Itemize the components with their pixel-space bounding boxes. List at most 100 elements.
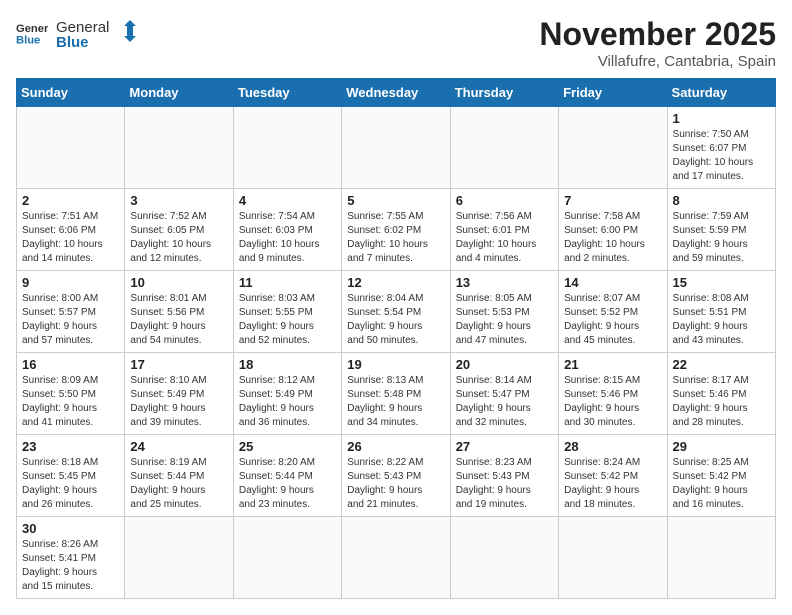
calendar-cell: 10 Sunrise: 8:01 AM Sunset: 5:56 PM Dayli… [125, 271, 233, 353]
calendar-cell: 2 Sunrise: 7:51 AM Sunset: 6:06 PM Daylig… [17, 189, 125, 271]
day-info: Sunrise: 7:52 AM Sunset: 6:05 PM Dayligh… [130, 210, 227, 266]
calendar-cell: 4Sunrise: 7:54 AM Sunset: 6:03 PM Daylig… [233, 189, 341, 271]
day-info: Sunrise: 8:10 AM Sunset: 5:49 PM Dayligh… [130, 374, 227, 430]
day-number: 9 [22, 275, 119, 290]
logo: General Blue General Blue [16, 16, 136, 50]
calendar-cell: 3 Sunrise: 7:52 AM Sunset: 6:05 PM Daylig… [125, 189, 233, 271]
calendar-cell [342, 107, 450, 189]
day-info: Sunrise: 8:19 AM Sunset: 5:44 PM Dayligh… [130, 456, 227, 512]
logo-svg: General Blue [56, 16, 136, 50]
calendar-cell: 28Sunrise: 8:24 AM Sunset: 5:42 PM Dayli… [559, 435, 667, 517]
day-number: 2 [22, 193, 119, 208]
calendar-cell: 5 Sunrise: 7:55 AM Sunset: 6:02 PM Daylig… [342, 189, 450, 271]
calendar-table: SundayMondayTuesdayWednesdayThursdayFrid… [16, 78, 776, 599]
calendar-cell [559, 517, 667, 599]
calendar-cell: 6 Sunrise: 7:56 AM Sunset: 6:01 PM Daylig… [450, 189, 558, 271]
day-info: Sunrise: 8:09 AM Sunset: 5:50 PM Dayligh… [22, 374, 119, 430]
calendar-header-row: SundayMondayTuesdayWednesdayThursdayFrid… [17, 79, 776, 107]
day-number: 15 [673, 275, 770, 290]
day-number: 16 [22, 357, 119, 372]
calendar-week-row: 9 Sunrise: 8:00 AM Sunset: 5:57 PM Daylig… [17, 271, 776, 353]
day-header-friday: Friday [559, 79, 667, 107]
day-info: Sunrise: 8:08 AM Sunset: 5:51 PM Dayligh… [673, 292, 770, 348]
day-info: Sunrise: 7:50 AM Sunset: 6:07 PM Dayligh… [673, 128, 770, 184]
calendar-cell: 20 Sunrise: 8:14 AM Sunset: 5:47 PM Dayli… [450, 353, 558, 435]
day-info: Sunrise: 8:18 AM Sunset: 5:45 PM Dayligh… [22, 456, 119, 512]
month-title: November 2025 [539, 16, 776, 53]
day-info: Sunrise: 7:58 AM Sunset: 6:00 PM Dayligh… [564, 210, 661, 266]
day-number: 23 [22, 439, 119, 454]
calendar-cell: 14 Sunrise: 8:07 AM Sunset: 5:52 PM Dayli… [559, 271, 667, 353]
page-header: General Blue General Blue November 2025 … [16, 16, 776, 70]
day-number: 24 [130, 439, 227, 454]
calendar-cell [233, 107, 341, 189]
calendar-cell: 7 Sunrise: 7:58 AM Sunset: 6:00 PM Daylig… [559, 189, 667, 271]
day-number: 8 [673, 193, 770, 208]
day-number: 17 [130, 357, 227, 372]
calendar-cell [559, 107, 667, 189]
day-info: Sunrise: 8:26 AM Sunset: 5:41 PM Dayligh… [22, 538, 119, 594]
day-number: 5 [347, 193, 444, 208]
day-info: Sunrise: 7:55 AM Sunset: 6:02 PM Dayligh… [347, 210, 444, 266]
day-info: Sunrise: 8:15 AM Sunset: 5:46 PM Dayligh… [564, 374, 661, 430]
day-number: 6 [456, 193, 553, 208]
day-header-monday: Monday [125, 79, 233, 107]
day-info: Sunrise: 8:03 AM Sunset: 5:55 PM Dayligh… [239, 292, 336, 348]
calendar-cell: 25Sunrise: 8:20 AM Sunset: 5:44 PM Dayli… [233, 435, 341, 517]
day-header-sunday: Sunday [17, 79, 125, 107]
calendar-cell [233, 517, 341, 599]
day-header-wednesday: Wednesday [342, 79, 450, 107]
day-info: Sunrise: 8:13 AM Sunset: 5:48 PM Dayligh… [347, 374, 444, 430]
calendar-week-row: 30 Sunrise: 8:26 AM Sunset: 5:41 PM Dayli… [17, 517, 776, 599]
day-info: Sunrise: 8:05 AM Sunset: 5:53 PM Dayligh… [456, 292, 553, 348]
calendar-cell: 19 Sunrise: 8:13 AM Sunset: 5:48 PM Dayli… [342, 353, 450, 435]
day-number: 7 [564, 193, 661, 208]
day-info: Sunrise: 8:17 AM Sunset: 5:46 PM Dayligh… [673, 374, 770, 430]
day-info: Sunrise: 8:00 AM Sunset: 5:57 PM Dayligh… [22, 292, 119, 348]
day-header-saturday: Saturday [667, 79, 775, 107]
day-number: 22 [673, 357, 770, 372]
calendar-week-row: 1Sunrise: 7:50 AM Sunset: 6:07 PM Daylig… [17, 107, 776, 189]
day-number: 4 [239, 193, 336, 208]
calendar-cell: 16 Sunrise: 8:09 AM Sunset: 5:50 PM Dayli… [17, 353, 125, 435]
day-number: 29 [673, 439, 770, 454]
day-info: Sunrise: 7:51 AM Sunset: 6:06 PM Dayligh… [22, 210, 119, 266]
calendar-cell: 12Sunrise: 8:04 AM Sunset: 5:54 PM Dayli… [342, 271, 450, 353]
day-number: 3 [130, 193, 227, 208]
calendar-cell: 13 Sunrise: 8:05 AM Sunset: 5:53 PM Dayli… [450, 271, 558, 353]
calendar-cell: 30 Sunrise: 8:26 AM Sunset: 5:41 PM Dayli… [17, 517, 125, 599]
day-header-thursday: Thursday [450, 79, 558, 107]
calendar-cell: 11Sunrise: 8:03 AM Sunset: 5:55 PM Dayli… [233, 271, 341, 353]
day-number: 13 [456, 275, 553, 290]
location: Villafufre, Cantabria, Spain [539, 53, 776, 70]
day-header-tuesday: Tuesday [233, 79, 341, 107]
day-number: 19 [347, 357, 444, 372]
calendar-week-row: 16 Sunrise: 8:09 AM Sunset: 5:50 PM Dayli… [17, 353, 776, 435]
day-number: 30 [22, 521, 119, 536]
calendar-cell [667, 517, 775, 599]
calendar-cell: 1Sunrise: 7:50 AM Sunset: 6:07 PM Daylig… [667, 107, 775, 189]
day-number: 10 [130, 275, 227, 290]
day-info: Sunrise: 8:23 AM Sunset: 5:43 PM Dayligh… [456, 456, 553, 512]
day-number: 27 [456, 439, 553, 454]
calendar-cell: 24 Sunrise: 8:19 AM Sunset: 5:44 PM Dayli… [125, 435, 233, 517]
calendar-cell: 8Sunrise: 7:59 AM Sunset: 5:59 PM Daylig… [667, 189, 775, 271]
day-number: 21 [564, 357, 661, 372]
day-info: Sunrise: 7:56 AM Sunset: 6:01 PM Dayligh… [456, 210, 553, 266]
calendar-cell: 27 Sunrise: 8:23 AM Sunset: 5:43 PM Dayli… [450, 435, 558, 517]
calendar-cell [125, 107, 233, 189]
svg-text:General: General [16, 23, 48, 35]
day-info: Sunrise: 8:01 AM Sunset: 5:56 PM Dayligh… [130, 292, 227, 348]
calendar-cell [17, 107, 125, 189]
day-info: Sunrise: 8:14 AM Sunset: 5:47 PM Dayligh… [456, 374, 553, 430]
day-number: 26 [347, 439, 444, 454]
svg-text:Blue: Blue [56, 34, 89, 50]
day-number: 18 [239, 357, 336, 372]
day-number: 20 [456, 357, 553, 372]
calendar-cell [450, 517, 558, 599]
calendar-week-row: 2 Sunrise: 7:51 AM Sunset: 6:06 PM Daylig… [17, 189, 776, 271]
day-info: Sunrise: 8:20 AM Sunset: 5:44 PM Dayligh… [239, 456, 336, 512]
day-number: 14 [564, 275, 661, 290]
day-info: Sunrise: 8:07 AM Sunset: 5:52 PM Dayligh… [564, 292, 661, 348]
logo-icon: General Blue [16, 19, 48, 47]
